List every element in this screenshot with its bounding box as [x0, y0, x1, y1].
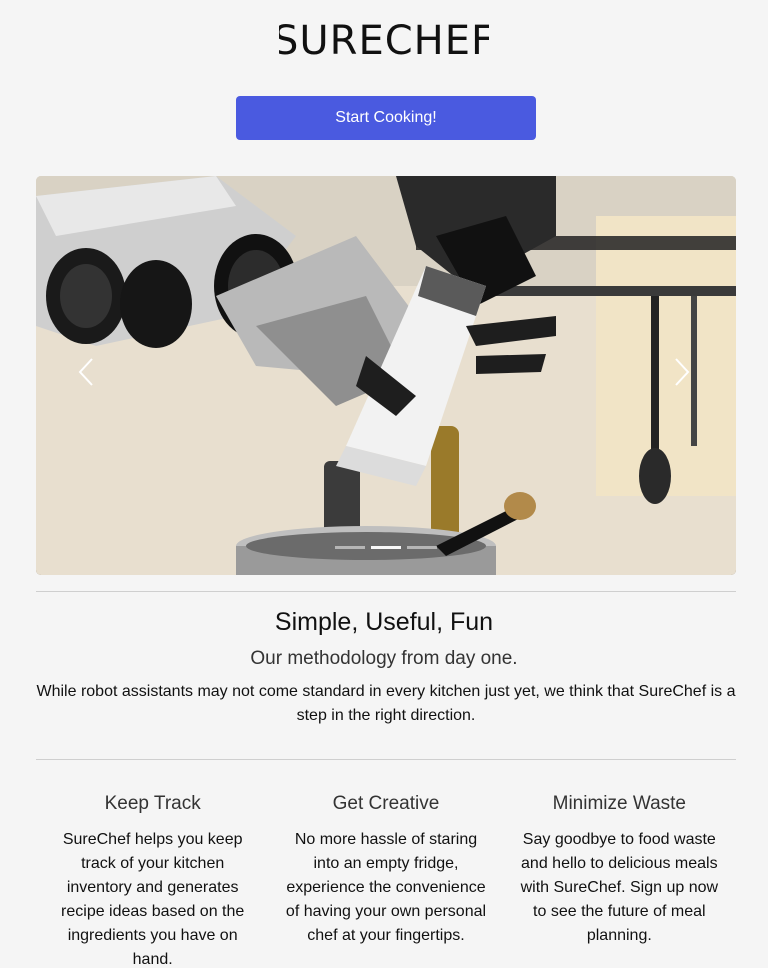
- feature-get-creative: Get Creative No more hassle of staring i…: [269, 790, 502, 968]
- feature-title: Keep Track: [104, 793, 201, 814]
- feature-text: No more hassle of staring into an empty …: [285, 831, 487, 944]
- intro-text: While robot assistants may not come stan…: [36, 683, 736, 724]
- carousel-indicator-2[interactable]: [371, 546, 401, 549]
- feature-title: Minimize Waste: [552, 793, 686, 814]
- logo: SURECHEF: [0, 18, 768, 65]
- robot-kitchen-image: [36, 176, 736, 575]
- divider: [36, 759, 736, 760]
- logo-text: SURECHEF: [279, 18, 489, 60]
- feature-text: Say goodbye to food waste and hello to d…: [520, 831, 719, 944]
- divider: [36, 591, 736, 592]
- chevron-right-icon: [675, 358, 690, 386]
- intro-title: Simple, Useful, Fun: [274, 608, 494, 636]
- intro-subtitle: Our methodology from day one.: [250, 648, 518, 669]
- feature-text: SureChef helps you keep track of your ki…: [61, 831, 245, 968]
- surechef-logo: SURECHEF: [279, 18, 489, 60]
- start-cooking-button[interactable]: Start Cooking!: [236, 96, 536, 140]
- feature-title: Get Creative: [332, 793, 440, 814]
- feature-keep-track: Keep Track SureChef helps you keep track…: [36, 790, 269, 968]
- feature-minimize-waste: Minimize Waste Say goodbye to food waste…: [503, 790, 736, 968]
- image-carousel[interactable]: [36, 176, 736, 575]
- carousel-indicator-1[interactable]: [335, 546, 365, 549]
- features-row: Keep Track SureChef helps you keep track…: [36, 790, 736, 968]
- carousel-indicators: [36, 546, 736, 549]
- carousel-next-button[interactable]: [662, 352, 702, 392]
- carousel-indicator-3[interactable]: [407, 546, 437, 549]
- carousel-prev-button[interactable]: [66, 352, 106, 392]
- chevron-left-icon: [78, 358, 93, 386]
